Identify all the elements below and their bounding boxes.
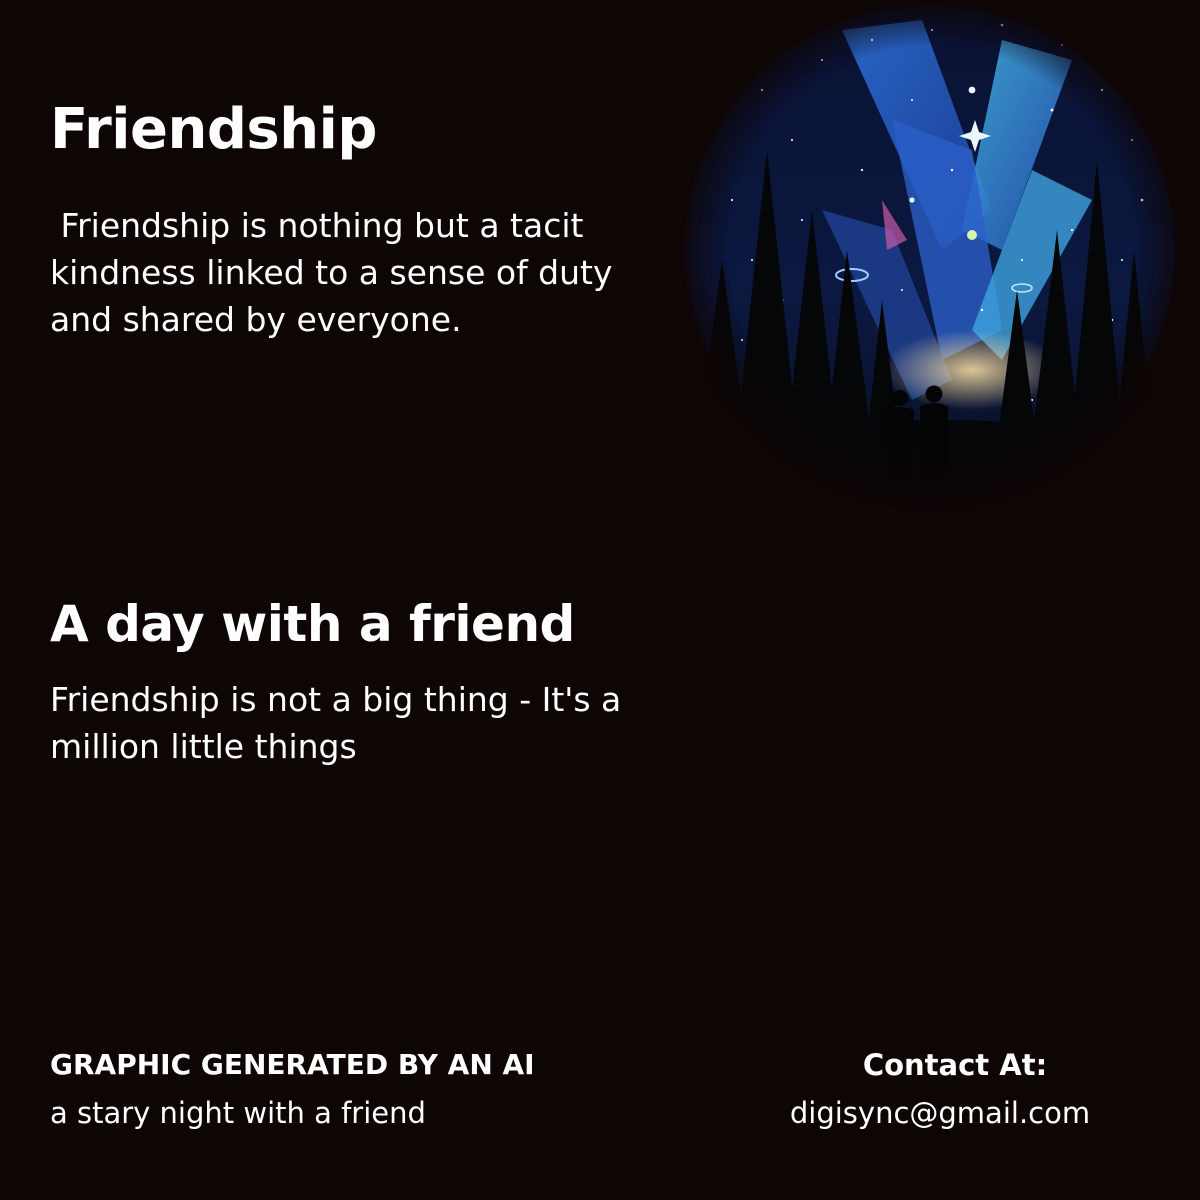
- starry-night-illustration: [685, 5, 1175, 520]
- main-heading: Friendship: [50, 97, 377, 162]
- secondary-heading: A day with a friend: [50, 595, 575, 653]
- ai-credit-caption: a stary night with a friend: [50, 1096, 426, 1130]
- contact-email: digisync@gmail.com: [789, 1096, 1091, 1130]
- contact-heading: Contact At:: [862, 1048, 1048, 1082]
- ai-credit-heading: GRAPHIC GENERATED BY AN AI: [50, 1048, 535, 1081]
- horizon-glow: [882, 330, 1062, 410]
- secondary-paragraph: Friendship is not a big thing - It's a m…: [50, 680, 622, 766]
- main-paragraph: Friendship is nothing but a tacit kindne…: [50, 206, 624, 339]
